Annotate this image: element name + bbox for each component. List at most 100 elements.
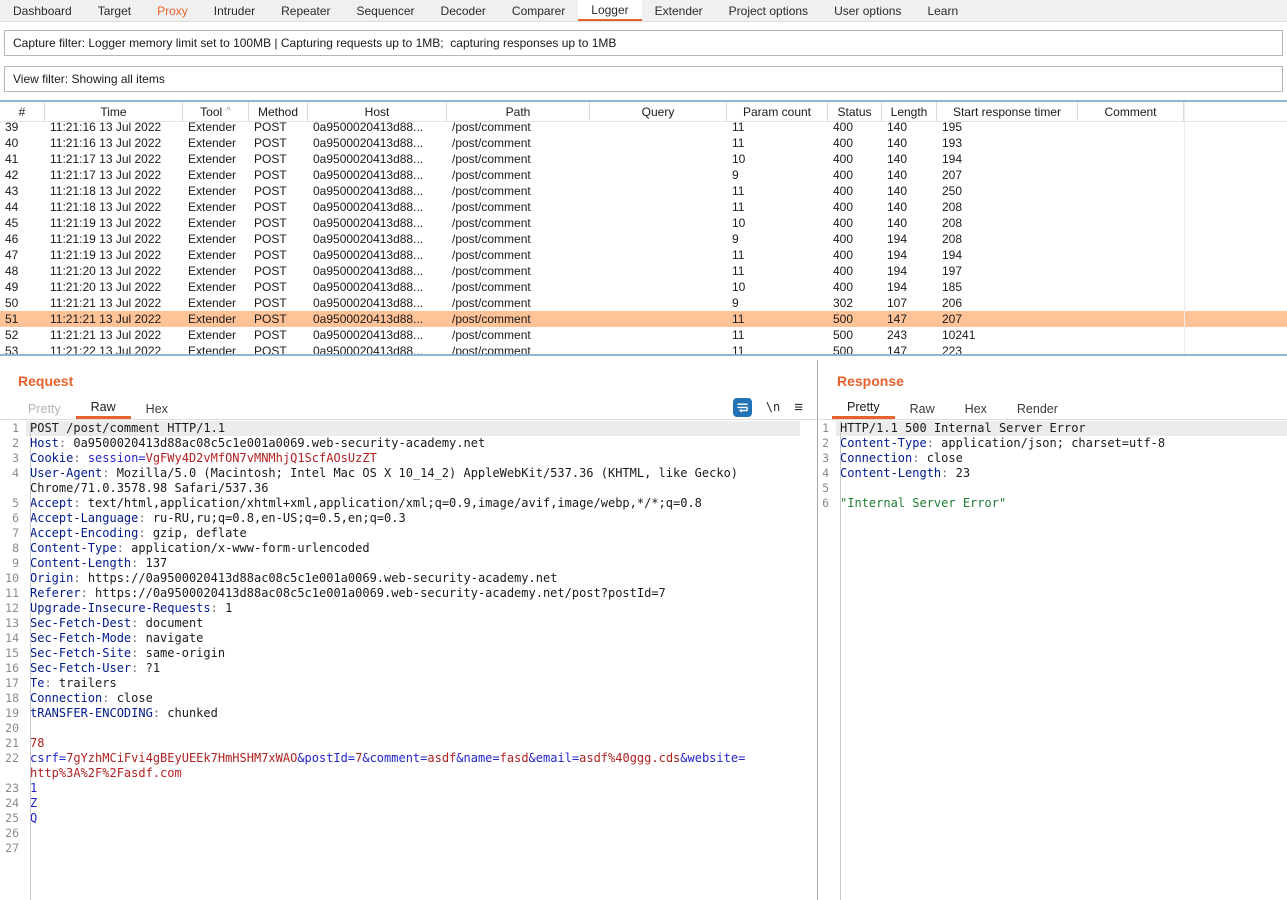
cell-host: 0a9500020413d88...: [308, 120, 447, 134]
cell-param-count: 11: [727, 344, 828, 356]
column-header-path[interactable]: Path: [447, 102, 590, 121]
response-tab-hex[interactable]: Hex: [950, 398, 1002, 419]
editor-line: 8Content-Type: application/x-www-form-ur…: [0, 541, 817, 556]
column-header-query[interactable]: Query: [590, 102, 727, 121]
column-header-method[interactable]: Method: [249, 102, 308, 121]
line-number: 18: [0, 691, 26, 706]
column-header-param-count[interactable]: Param count: [727, 102, 828, 121]
cell-path: /post/comment: [447, 200, 590, 214]
table-row[interactable]: 4811:21:20 13 Jul 2022ExtenderPOST0a9500…: [0, 263, 1287, 279]
response-tab-raw[interactable]: Raw: [895, 398, 950, 419]
table-row[interactable]: 5211:21:21 13 Jul 2022ExtenderPOST0a9500…: [0, 327, 1287, 343]
line-content: Sec-Fetch-Site: same-origin: [26, 646, 800, 661]
cell-path: /post/comment: [447, 280, 590, 294]
cell-path: /post/comment: [447, 344, 590, 356]
cell-host: 0a9500020413d88...: [308, 296, 447, 310]
request-tab-raw[interactable]: Raw: [76, 398, 131, 419]
cell-param-count: 11: [727, 120, 828, 134]
editor-menu-icon[interactable]: ≡: [794, 399, 803, 416]
request-tab-pretty[interactable]: Pretty: [13, 398, 76, 419]
cell-tool: Extender: [183, 264, 249, 278]
cell-host: 0a9500020413d88...: [308, 280, 447, 294]
response-editor[interactable]: 1HTTP/1.1 500 Internal Server Error2Cont…: [819, 421, 1287, 900]
editor-line: 22csrf=7gYzhMCiFvi4gBEyUEEk7HmHSHM7xWAO&…: [0, 751, 817, 766]
cell-col: 50: [0, 296, 45, 310]
menu-item-proxy[interactable]: Proxy: [144, 0, 201, 21]
menu-item-extender[interactable]: Extender: [642, 0, 716, 21]
table-body: 3911:21:16 13 Jul 2022ExtenderPOST0a9500…: [0, 119, 1287, 356]
table-row[interactable]: 4511:21:19 13 Jul 2022ExtenderPOST0a9500…: [0, 215, 1287, 231]
editor-line: 16Sec-Fetch-User: ?1: [0, 661, 817, 676]
cell-length: 147: [882, 344, 937, 356]
menu-item-logger[interactable]: Logger: [578, 0, 641, 21]
table-row[interactable]: 4911:21:20 13 Jul 2022ExtenderPOST0a9500…: [0, 279, 1287, 295]
column-header-start-response-timer[interactable]: Start response timer: [937, 102, 1078, 121]
cell-col: 53: [0, 344, 45, 356]
cell-status: 400: [828, 184, 882, 198]
column-header-length[interactable]: Length: [882, 102, 937, 121]
cell-path: /post/comment: [447, 232, 590, 246]
menu-item-dashboard[interactable]: Dashboard: [0, 0, 85, 21]
response-tab-render[interactable]: Render: [1002, 398, 1073, 419]
menu-item-comparer[interactable]: Comparer: [499, 0, 578, 21]
cell-col: 43: [0, 184, 45, 198]
line-number: 22: [0, 751, 26, 766]
newline-toggle-icon[interactable]: \n: [766, 400, 780, 414]
table-row[interactable]: 4011:21:16 13 Jul 2022ExtenderPOST0a9500…: [0, 135, 1287, 151]
line-number: 4: [0, 466, 26, 481]
menu-item-project-options[interactable]: Project options: [716, 0, 821, 21]
column-header-host[interactable]: Host: [308, 102, 447, 121]
cell-param-count: 11: [727, 200, 828, 214]
table-row[interactable]: 4311:21:18 13 Jul 2022ExtenderPOST0a9500…: [0, 183, 1287, 199]
editor-line: 11Referer: https://0a9500020413d88ac08c5…: [0, 586, 817, 601]
line-content: Accept-Encoding: gzip, deflate: [26, 526, 800, 541]
cell-length: 140: [882, 152, 937, 166]
table-row[interactable]: 4611:21:19 13 Jul 2022ExtenderPOST0a9500…: [0, 231, 1287, 247]
column-header-time[interactable]: Time: [45, 102, 183, 121]
line-number: 1: [0, 421, 26, 436]
line-content: 1: [26, 781, 800, 796]
response-tab-pretty[interactable]: Pretty: [832, 398, 895, 419]
cell-col: 51: [0, 312, 45, 326]
editor-line: 17Te: trailers: [0, 676, 817, 691]
word-wrap-icon[interactable]: [733, 398, 752, 417]
menu-item-intruder[interactable]: Intruder: [201, 0, 268, 21]
cell-length: 140: [882, 168, 937, 182]
column-header-col[interactable]: #: [0, 102, 45, 121]
table-row[interactable]: 5111:21:21 13 Jul 2022ExtenderPOST0a9500…: [0, 311, 1287, 327]
column-label: Tool: [200, 105, 222, 119]
line-content: "Internal Server Error": [836, 496, 1287, 511]
menu-item-learn[interactable]: Learn: [914, 0, 971, 21]
view-filter-bar[interactable]: View filter: Showing all items: [4, 66, 1283, 92]
cell-method: POST: [249, 296, 308, 310]
column-label: Start response timer: [953, 105, 1061, 119]
table-row[interactable]: 4711:21:19 13 Jul 2022ExtenderPOST0a9500…: [0, 247, 1287, 263]
menu-item-target[interactable]: Target: [85, 0, 144, 21]
line-number: 24: [0, 796, 26, 811]
capture-filter-bar[interactable]: Capture filter: Logger memory limit set …: [4, 30, 1283, 56]
table-row[interactable]: 4211:21:17 13 Jul 2022ExtenderPOST0a9500…: [0, 167, 1287, 183]
cell-start-response-timer: 194: [937, 152, 1078, 166]
column-header-tool[interactable]: Tool^: [183, 102, 249, 121]
cell-status: 400: [828, 152, 882, 166]
cell-col: 40: [0, 136, 45, 150]
editor-line: http%3A%2F%2Fasdf.com: [0, 766, 817, 781]
table-row[interactable]: 5011:21:21 13 Jul 2022ExtenderPOST0a9500…: [0, 295, 1287, 311]
menu-item-user-options[interactable]: User options: [821, 0, 914, 21]
request-title: Request: [18, 373, 73, 389]
request-tab-hex[interactable]: Hex: [131, 398, 183, 419]
cell-start-response-timer: 208: [937, 232, 1078, 246]
cell-path: /post/comment: [447, 216, 590, 230]
cell-length: 140: [882, 216, 937, 230]
column-header-comment[interactable]: Comment: [1078, 102, 1184, 121]
column-header-status[interactable]: Status: [828, 102, 882, 121]
request-editor[interactable]: 1POST /post/comment HTTP/1.12Host: 0a950…: [0, 421, 817, 900]
table-row[interactable]: 5311:21:22 13 Jul 2022ExtenderPOST0a9500…: [0, 343, 1287, 356]
menu-item-repeater[interactable]: Repeater: [268, 0, 343, 21]
menu-item-sequencer[interactable]: Sequencer: [344, 0, 428, 21]
table-row[interactable]: 4111:21:17 13 Jul 2022ExtenderPOST0a9500…: [0, 151, 1287, 167]
cell-param-count: 10: [727, 280, 828, 294]
table-row[interactable]: 4411:21:18 13 Jul 2022ExtenderPOST0a9500…: [0, 199, 1287, 215]
editor-line: 5: [819, 481, 1287, 496]
menu-item-decoder[interactable]: Decoder: [428, 0, 499, 21]
